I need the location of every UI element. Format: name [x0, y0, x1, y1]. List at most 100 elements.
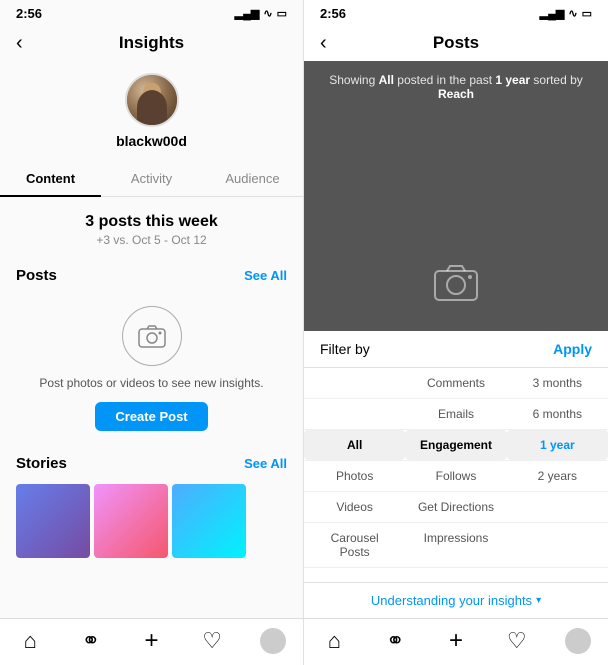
time-left: 2:56	[16, 6, 42, 21]
back-button-left[interactable]: ‹	[16, 32, 23, 55]
profile-section: blackw00d	[0, 61, 303, 157]
tab-activity[interactable]: Activity	[101, 161, 202, 196]
tab-content[interactable]: Content	[0, 161, 101, 196]
week-count: 3 posts this week	[0, 213, 303, 231]
nav-search-right[interactable]: ⚭	[365, 627, 426, 655]
filter-cell-comments[interactable]: Comments	[405, 368, 506, 398]
nav-profile-right[interactable]	[547, 627, 608, 655]
camera-large-icon	[434, 264, 478, 311]
understanding-bar[interactable]: Understanding your insights ▾	[304, 582, 608, 618]
camera-svg	[138, 324, 166, 348]
story-thumbnails	[0, 478, 303, 558]
stories-section-header: Stories See All	[0, 447, 303, 478]
filter-row-3: All Engagement 1 year	[304, 430, 608, 461]
battery-icon-right: ▭	[582, 7, 592, 20]
banner-text1: Showing	[329, 73, 378, 87]
bottom-nav-right: ⌂ ⚭ + ♡	[304, 618, 608, 665]
chevron-down-icon: ▾	[536, 595, 541, 606]
banner-highlight-reach: Reach	[438, 87, 474, 101]
nav-search-left[interactable]: ⚭	[61, 627, 122, 655]
time-right: 2:56	[320, 6, 346, 21]
status-bar-left: 2:56 ▂▄▆ ∿ ▭	[0, 0, 303, 25]
empty-posts: Post photos or videos to see new insight…	[0, 290, 303, 447]
page-title-left: Insights	[119, 33, 184, 53]
stories-section: Stories See All	[0, 447, 303, 566]
heart-icon-right: ♡	[507, 628, 527, 654]
banner-text: Showing All posted in the past 1 year so…	[304, 73, 608, 101]
nav-add-left[interactable]: +	[121, 627, 182, 655]
filter-cell-empty-1	[304, 368, 405, 398]
header-left: ‹ Insights	[0, 25, 303, 61]
posts-see-all[interactable]: See All	[244, 268, 287, 283]
status-icons-right: ▂▄▆ ∿ ▭	[540, 7, 592, 20]
wifi-icon-right: ∿	[568, 7, 577, 20]
filter-cell-videos[interactable]: Videos	[304, 492, 405, 522]
filter-row-4: Photos Follows 2 years	[304, 461, 608, 492]
filter-cell-engagement[interactable]: Engagement	[405, 430, 506, 460]
posts-banner: Showing All posted in the past 1 year so…	[304, 61, 608, 331]
story-thumb-3[interactable]	[172, 484, 246, 558]
status-icons-left: ▂▄▆ ∿ ▭	[235, 7, 287, 20]
filter-grid: Comments 3 months Emails 6 months All En…	[304, 368, 608, 582]
filter-cell-empty-4	[507, 523, 608, 567]
filter-cell-get-directions[interactable]: Get Directions	[405, 492, 506, 522]
empty-posts-text: Post photos or videos to see new insight…	[39, 376, 263, 390]
story-thumb-1[interactable]	[16, 484, 90, 558]
week-stats: 3 posts this week +3 vs. Oct 5 - Oct 12	[0, 197, 303, 259]
tab-audience[interactable]: Audience	[202, 161, 303, 196]
profile-icon-left	[260, 628, 286, 654]
page-title-right: Posts	[433, 33, 479, 53]
filter-cell-carousel[interactable]: Carousel Posts	[304, 523, 405, 567]
filter-cell-empty-2	[304, 399, 405, 429]
stories-title: Stories	[16, 455, 67, 472]
filter-cell-2years[interactable]: 2 years	[507, 461, 608, 491]
filter-cell-emails[interactable]: Emails	[405, 399, 506, 429]
search-icon-right: ⚭	[386, 628, 404, 654]
stories-see-all[interactable]: See All	[244, 456, 287, 471]
signal-icon-left: ▂▄▆	[235, 7, 260, 20]
nav-home-left[interactable]: ⌂	[0, 627, 61, 655]
battery-icon-left: ▭	[277, 7, 287, 20]
filter-row-5: Videos Get Directions	[304, 492, 608, 523]
filter-section: Filter by Apply	[304, 331, 608, 368]
nav-add-right[interactable]: +	[426, 627, 487, 655]
filter-cell-photos[interactable]: Photos	[304, 461, 405, 491]
nav-likes-right[interactable]: ♡	[486, 627, 547, 655]
camera-placeholder-icon	[122, 306, 182, 366]
filter-cell-1year[interactable]: 1 year	[507, 430, 608, 460]
filter-cell-all[interactable]: All	[304, 430, 405, 460]
home-icon-right: ⌂	[328, 628, 341, 654]
filter-row-2: Emails 6 months	[304, 399, 608, 430]
status-bar-right: 2:56 ▂▄▆ ∿ ▭	[304, 0, 608, 25]
avatar-image	[127, 75, 177, 125]
banner-text2: posted in the past	[394, 73, 495, 87]
nav-profile-left[interactable]	[242, 627, 303, 655]
filter-row-6: Carousel Posts Impressions	[304, 523, 608, 568]
filter-cell-impressions[interactable]: Impressions	[405, 523, 506, 567]
banner-highlight-all: All	[379, 73, 394, 87]
nav-home-right[interactable]: ⌂	[304, 627, 365, 655]
apply-button[interactable]: Apply	[553, 341, 592, 357]
tabs: Content Activity Audience	[0, 161, 303, 197]
create-post-button[interactable]: Create Post	[95, 402, 207, 431]
nav-likes-left[interactable]: ♡	[182, 627, 243, 655]
filter-cell-empty-3	[507, 492, 608, 522]
filter-cell-follows[interactable]: Follows	[405, 461, 506, 491]
username: blackw00d	[116, 133, 187, 149]
posts-title: Posts	[16, 267, 57, 284]
posts-section-header: Posts See All	[0, 259, 303, 290]
story-thumb-2[interactable]	[94, 484, 168, 558]
banner-text3: sorted by	[530, 73, 583, 87]
avatar	[125, 73, 179, 127]
wifi-icon-left: ∿	[263, 7, 272, 20]
week-compare: +3 vs. Oct 5 - Oct 12	[0, 233, 303, 247]
understanding-text: Understanding your insights	[371, 593, 532, 608]
back-button-right[interactable]: ‹	[320, 32, 327, 55]
add-icon-left: +	[144, 627, 158, 655]
heart-icon-left: ♡	[202, 628, 222, 654]
filter-cell-6months[interactable]: 6 months	[507, 399, 608, 429]
signal-icon-right: ▂▄▆	[540, 7, 565, 20]
banner-highlight-year: 1 year	[495, 73, 530, 87]
filter-cell-3months[interactable]: 3 months	[507, 368, 608, 398]
home-icon-left: ⌂	[24, 628, 37, 654]
